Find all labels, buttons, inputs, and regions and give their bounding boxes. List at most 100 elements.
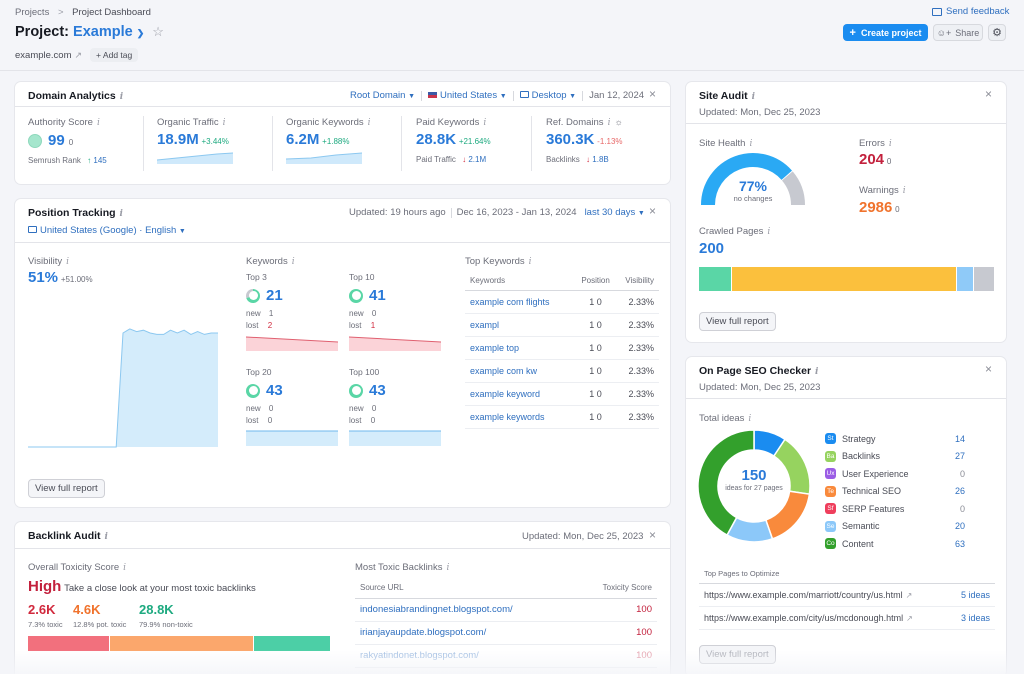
view-full-report-button[interactable]: View full report (28, 479, 105, 498)
legend-item[interactable]: Co Content 63 (825, 535, 965, 553)
info-icon[interactable]: i (123, 563, 126, 573)
card-title: Backlink Audit i (28, 530, 108, 542)
info-icon[interactable]: i (97, 118, 100, 128)
close-icon[interactable]: × (985, 362, 992, 376)
errors-value[interactable]: 204 (859, 151, 884, 168)
divider (143, 116, 144, 171)
period-dropdown[interactable]: last 30 days ▼ (585, 207, 645, 218)
location-dropdown[interactable]: United States (Google) · English ▼ (28, 225, 186, 236)
table-row: example com kw 1 0 2.33% (465, 359, 659, 382)
legend-item[interactable]: Sf SERP Features 0 (825, 500, 965, 518)
page-url[interactable]: https://www.example.com/marriott/country… (704, 590, 903, 600)
group-value[interactable]: 43 (266, 382, 283, 399)
legend-item[interactable]: Ba Backlinks 27 (825, 448, 965, 466)
info-icon[interactable]: i (368, 118, 371, 128)
category-count[interactable]: 20 (945, 521, 965, 531)
source-url-link[interactable]: irianjayaupdate.blogspot.com/ (355, 621, 580, 644)
group-value[interactable]: 41 (369, 287, 386, 304)
sub-value[interactable]: 145 (93, 156, 106, 165)
add-tag-button[interactable]: + Add tag (90, 48, 139, 62)
stat-value[interactable]: 4.6K (73, 602, 126, 617)
sub-value[interactable]: 1.8B (592, 155, 608, 164)
category-count[interactable]: 63 (945, 539, 965, 549)
keyword-link[interactable]: example keywords (465, 405, 577, 428)
send-feedback-link[interactable]: Send feedback (932, 6, 1009, 17)
donut-slice-technical-seo[interactable] (764, 490, 811, 540)
legend-item[interactable]: St Strategy 14 (825, 430, 965, 448)
legend-item[interactable]: Se Semantic 20 (825, 518, 965, 536)
close-icon[interactable]: × (985, 87, 992, 101)
info-icon[interactable]: i (120, 92, 123, 102)
metric-value[interactable]: 18.9M (157, 131, 199, 148)
legend-item[interactable]: Te Technical SEO 26 (825, 483, 965, 501)
lost-label: lost (246, 321, 259, 330)
create-project-button[interactable]: + Create project (843, 24, 928, 41)
info-icon[interactable]: i (748, 414, 751, 424)
info-icon[interactable]: i (292, 257, 295, 267)
stat-value[interactable]: 28.8K (139, 602, 193, 617)
info-icon[interactable]: i (105, 532, 108, 542)
info-icon[interactable]: i (223, 118, 226, 128)
root-domain-dropdown[interactable]: Root Domain ▼ (350, 90, 415, 101)
category-count[interactable]: 14 (945, 434, 965, 444)
project-name-dropdown[interactable]: Example ❯ (73, 24, 148, 40)
stat-value[interactable]: 2.6K (28, 602, 63, 617)
keyword-link[interactable]: example com kw (465, 359, 577, 382)
view-full-report-button[interactable]: View full report (699, 645, 776, 664)
crawled-bar-segment-redirected[interactable] (956, 267, 974, 291)
page-url[interactable]: https://www.example.com/city/us/mcdonoug… (704, 613, 903, 623)
divider (421, 90, 423, 101)
info-icon[interactable]: i (608, 118, 611, 128)
breadcrumb-projects[interactable]: Projects (15, 7, 49, 18)
info-icon[interactable]: i (446, 563, 449, 573)
info-icon[interactable]: i (752, 92, 755, 102)
share-button[interactable]: ☺+ Share (933, 24, 983, 41)
country-dropdown[interactable]: United States ▼ (428, 90, 507, 101)
keyword-link[interactable]: example com flights (465, 290, 577, 313)
ideas-link[interactable]: 5 ideas (961, 590, 990, 600)
info-icon[interactable]: i (903, 186, 906, 196)
close-icon[interactable]: × (649, 528, 656, 542)
legend-item[interactable]: Ux User Experience 0 (825, 465, 965, 483)
settings-button[interactable]: ⚙ (988, 24, 1006, 41)
crawled-bar-segment-healthy[interactable] (699, 267, 731, 291)
info-icon[interactable]: i (483, 118, 486, 128)
crawled-bar-segment-issues[interactable] (731, 267, 956, 291)
view-full-report-button[interactable]: View full report (699, 312, 776, 331)
close-icon[interactable]: × (649, 204, 656, 218)
external-link-icon[interactable]: ↗ (906, 591, 913, 600)
device-dropdown[interactable]: Desktop ▼ (519, 90, 576, 101)
keyword-link[interactable]: example top (465, 336, 577, 359)
date-label: Jan 12, 2024 (589, 90, 645, 101)
info-icon[interactable]: i (120, 209, 123, 219)
sub-value[interactable]: 2.1M (468, 155, 486, 164)
category-count[interactable]: 27 (945, 451, 965, 461)
star-icon[interactable]: ☆ (152, 24, 164, 39)
group-value[interactable]: 21 (266, 287, 283, 304)
info-icon[interactable]: i (815, 367, 818, 377)
info-icon[interactable]: i (767, 227, 770, 237)
metric-value[interactable]: 6.2M (286, 131, 319, 148)
metric-value[interactable]: 99 (48, 132, 65, 149)
info-icon[interactable]: i (889, 139, 892, 149)
group-value[interactable]: 43 (369, 382, 386, 399)
column-header-source-url: Source URL (360, 583, 404, 593)
keyword-link[interactable]: example keyword (465, 382, 577, 405)
external-link-icon[interactable]: ↗ (75, 50, 83, 61)
close-icon[interactable]: × (649, 87, 656, 101)
info-icon[interactable]: i (529, 257, 532, 267)
metric-value[interactable]: 28.8K (416, 131, 456, 148)
source-url-link[interactable]: rakyatindonet.blogspot.com/ (355, 644, 580, 667)
ideas-link[interactable]: 3 ideas (961, 613, 990, 623)
category-count[interactable]: 26 (945, 486, 965, 496)
metric-value[interactable]: 360.3K (546, 131, 594, 148)
warnings-value[interactable]: 2986 (859, 199, 892, 216)
source-url-link[interactable]: indonesiabrandingnet.blogspot.com/ (355, 598, 580, 621)
info-icon[interactable]: i (66, 257, 69, 267)
domain-link[interactable]: example.com (15, 50, 72, 61)
crawled-pages-value[interactable]: 200 (699, 240, 724, 257)
info-icon[interactable]: i (749, 139, 752, 149)
crawled-bar-segment-blocked[interactable] (974, 267, 994, 291)
keyword-link[interactable]: exampl (465, 313, 577, 336)
external-link-icon[interactable]: ↗ (906, 614, 913, 623)
